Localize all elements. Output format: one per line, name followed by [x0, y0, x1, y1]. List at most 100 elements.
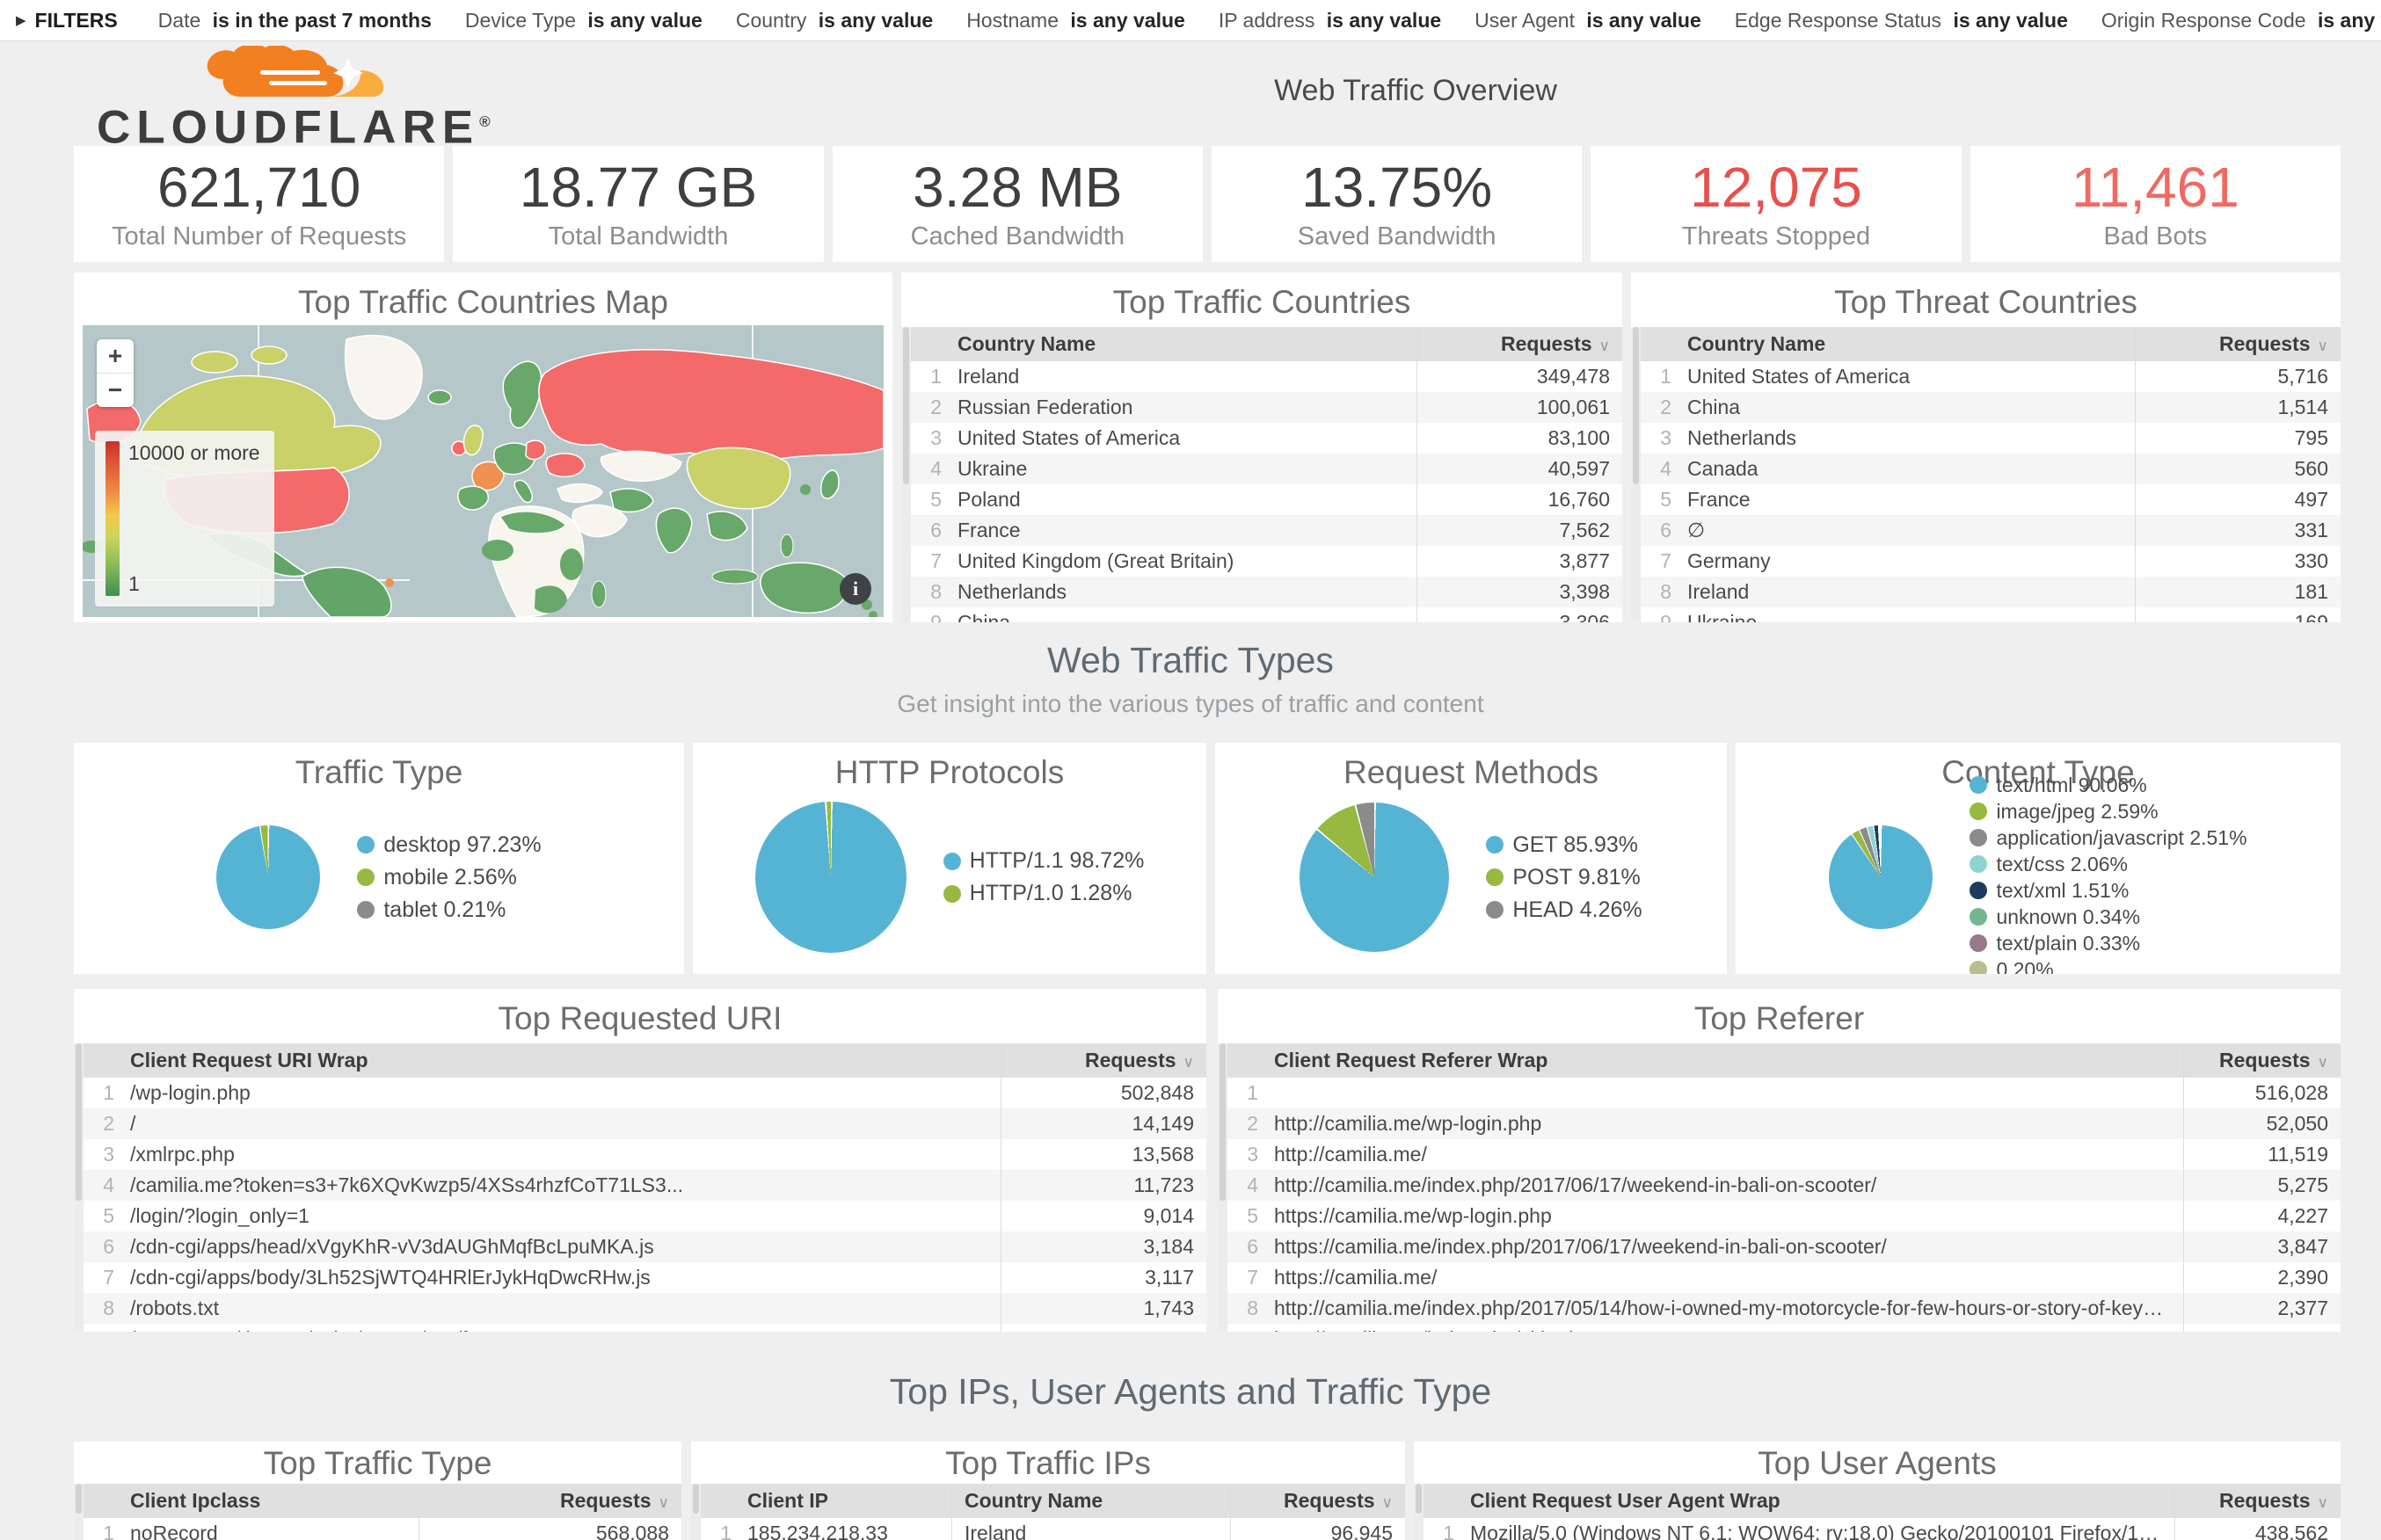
table-cell: /robots.txt: [118, 1293, 1001, 1324]
table-cell: /login/?login_only=1: [118, 1201, 1001, 1231]
sort-caret-icon: ∨: [2318, 1054, 2328, 1071]
column-header-country-name: Country Name: [952, 1484, 1231, 1518]
legend-swatch: [1970, 855, 1987, 873]
table-cell: 502,848: [1001, 1078, 1207, 1108]
table-row: 9China3,306: [901, 607, 1622, 622]
table-cell: 40,597: [1417, 454, 1623, 484]
column-header-requests[interactable]: Requests∨: [419, 1484, 682, 1518]
legend-label: text/xml 1.51%: [1996, 879, 2129, 903]
table-row: 3Netherlands795: [1631, 423, 2341, 454]
table-cell: 3,398: [1417, 577, 1623, 607]
table-cell: 3,184: [1001, 1231, 1207, 1262]
request-methods-title: Request Methods: [1215, 743, 1727, 790]
table-cell: /: [118, 1108, 1001, 1139]
http-protocols-title: HTTP Protocols: [693, 743, 1206, 790]
table-cell: https://camilia.me/index.php/2017/06/17/…: [1262, 1231, 2184, 1262]
filter-chip[interactable]: Country is any value: [736, 9, 933, 33]
map-panel: Top Traffic Countries Map: [74, 272, 892, 622]
legend-label: HEAD 4.26%: [1512, 897, 1642, 923]
table-cell: Ukraine: [1675, 607, 2136, 622]
map-zoom-out-button[interactable]: −: [97, 374, 134, 407]
table-row: 1Ireland349,478: [901, 361, 1622, 392]
table-cell: United States of America: [1675, 361, 2136, 392]
section-subtitle: Get insight into the various types of tr…: [0, 690, 2381, 718]
filter-chip[interactable]: User Agent is any value: [1474, 9, 1701, 33]
filter-chip[interactable]: Date is in the past 7 months: [158, 9, 432, 33]
content-type-pie-chart: [1829, 825, 1933, 929]
filter-chip[interactable]: Origin Response Code is any value: [2101, 9, 2381, 33]
table-row: 1Mozilla/5.0 (Windows NT 6.1; WOW64; rv:…: [1414, 1518, 2341, 1540]
top-traffic-type-table: Client IpclassRequests∨1noRecord568,088: [74, 1484, 681, 1540]
filter-chip[interactable]: Hostname is any value: [966, 9, 1185, 33]
web-traffic-types-heading: Web Traffic Types Get insight into the v…: [0, 640, 2381, 718]
filter-chip[interactable]: IP address is any value: [1219, 9, 1441, 33]
table-row: 4http://camilia.me/index.php/2017/06/17/…: [1218, 1170, 2341, 1201]
table-cell: 1,514: [2136, 392, 2341, 423]
legend-swatch: [1970, 776, 1987, 794]
legend-label: application/javascript 2.51%: [1996, 826, 2246, 850]
table-cell: 5,275: [2184, 1170, 2341, 1201]
filter-chip[interactable]: Device Type is any value: [465, 9, 703, 33]
table-cell: France: [1675, 484, 2136, 515]
column-header-requests[interactable]: Requests∨: [1231, 1484, 1406, 1518]
vertical-scrollbar[interactable]: [1631, 327, 1641, 622]
table-row: 8http://camilia.me/index.php/2017/05/14/…: [1218, 1293, 2341, 1324]
vertical-scrollbar[interactable]: [74, 1484, 84, 1540]
data-table: Client IPCountry NameRequests∨1185.234.2…: [691, 1484, 1405, 1540]
column-header-requests[interactable]: Requests∨: [2184, 1043, 2341, 1078]
column-header-requests[interactable]: Requests∨: [2175, 1484, 2341, 1518]
table-row: 8Ireland181: [1631, 577, 2341, 607]
filters-toggle[interactable]: ▶ FILTERS: [16, 9, 118, 33]
map-legend-gradient: [106, 441, 120, 596]
table-cell: https://camilia.me/wp-login.php: [1262, 1201, 2184, 1231]
table-cell: /camilia.me?token=s3+7k6XQvKwzp5/4XSs4rh…: [118, 1170, 1001, 1201]
table-row: 4Canada560: [1631, 454, 2341, 484]
legend-swatch: [1486, 901, 1504, 919]
table-row: 9http://camilia.me/index.php/cities/1,89…: [1218, 1324, 2341, 1332]
top-traffic-ips-table: Client IPCountry NameRequests∨1185.234.2…: [691, 1484, 1405, 1540]
legend-swatch: [1970, 908, 1987, 926]
request-methods-pie-panel: Request Methods GET 85.93%POST 9.81%HEAD…: [1215, 743, 1727, 974]
table-cell: 14,149: [1001, 1108, 1207, 1139]
legend-label: 0.20%: [1996, 958, 2053, 975]
map-info-button[interactable]: i: [840, 573, 871, 605]
section-title: Web Traffic Types: [0, 640, 2381, 681]
table-cell: 1,713: [1001, 1324, 1207, 1332]
top-threat-countries-table: Country NameRequests∨1United States of A…: [1631, 327, 2341, 622]
kpi-label: Total Number of Requests: [112, 222, 406, 251]
table-cell: 83,100: [1417, 423, 1623, 454]
vertical-scrollbar[interactable]: [901, 327, 911, 622]
vertical-scrollbar[interactable]: [74, 1043, 84, 1332]
column-header-requests[interactable]: Requests∨: [1417, 327, 1623, 361]
vertical-scrollbar[interactable]: [691, 1484, 701, 1540]
data-table: Client IpclassRequests∨1noRecord568,088: [74, 1484, 681, 1540]
legend-label: tablet 0.21%: [383, 897, 506, 923]
table-cell: Canada: [1675, 454, 2136, 484]
table-cell: 795: [2136, 423, 2341, 454]
data-table: Client Request Referer WrapRequests∨1516…: [1218, 1043, 2341, 1332]
table-row: 1United States of America5,716: [1631, 361, 2341, 392]
column-header-country-name: Country Name: [1675, 327, 2136, 361]
column-header-requests[interactable]: Requests∨: [1001, 1043, 1207, 1078]
filter-chip[interactable]: Edge Response Status is any value: [1735, 9, 2068, 33]
table-row: 8/robots.txt1,743: [74, 1293, 1206, 1324]
top-traffic-ips-panel: Top Traffic IPs Client IPCountry NameReq…: [691, 1442, 1405, 1540]
legend-item: application/javascript 2.51%: [1970, 826, 2246, 850]
vertical-scrollbar[interactable]: [1218, 1043, 1227, 1332]
table-row: 3United States of America83,100: [901, 423, 1622, 454]
table-row: 9/wp-content/themes/ashe/assets/css/font…: [74, 1324, 1206, 1332]
content-type-pie-panel: Content Type text/html 90.06%image/jpeg …: [1736, 743, 2341, 974]
table-cell: Ireland: [952, 1518, 1231, 1540]
legend-item: mobile 2.56%: [357, 865, 541, 890]
table-cell: Ireland: [945, 361, 1417, 392]
legend-label: GET 85.93%: [1512, 832, 1638, 858]
map-zoom-in-button[interactable]: +: [97, 339, 134, 374]
vertical-scrollbar[interactable]: [1414, 1484, 1424, 1540]
world-map[interactable]: + − 10000 or more 1 i: [83, 325, 884, 617]
column-header-client-request-uri-wrap: Client Request URI Wrap: [118, 1043, 1001, 1078]
column-header-requests[interactable]: Requests∨: [2136, 327, 2341, 361]
kpi-value: 18.77 GB: [520, 157, 757, 217]
top-user-agents-title: Top User Agents: [1414, 1442, 2341, 1480]
sort-caret-icon: ∨: [1183, 1054, 1194, 1071]
kpi-label: Total Bandwidth: [549, 222, 729, 251]
